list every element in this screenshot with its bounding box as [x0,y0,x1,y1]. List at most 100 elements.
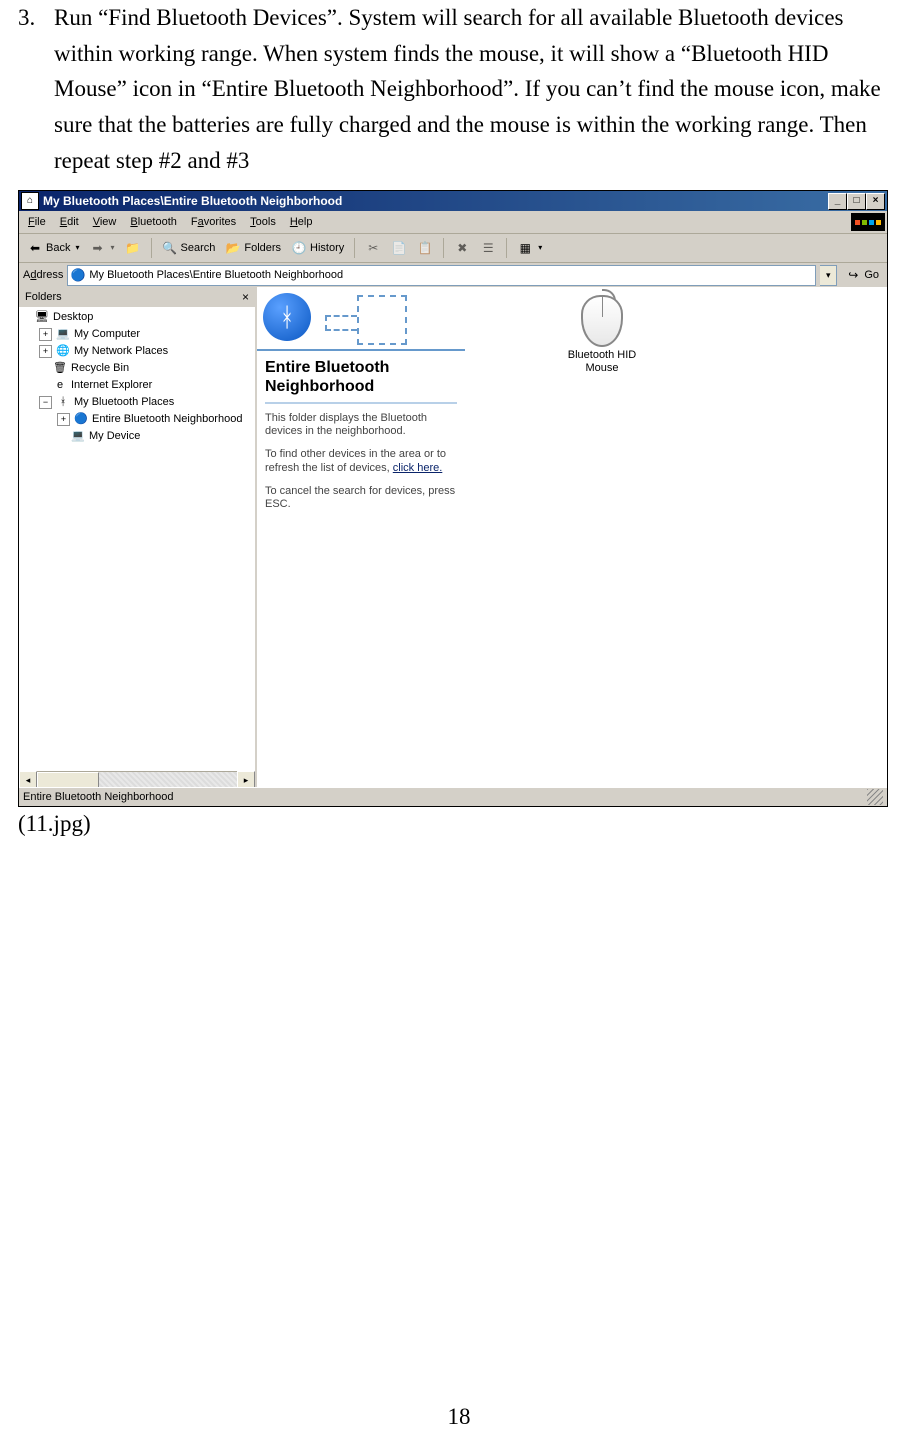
chevron-down-icon: ▾ [75,243,79,253]
menu-bluetooth[interactable]: Bluetooth [123,214,184,231]
paste-button[interactable]: 📋 [413,238,437,258]
address-dropdown[interactable]: ▾ [820,265,837,286]
tree-label: Entire Bluetooth Neighborhood [92,413,242,426]
content-area[interactable]: ᚼ Entire Bluetooth Neighborhood This fol… [257,287,887,788]
tree-item[interactable]: eInternet Explorer [21,377,255,394]
window-icon: ⌂ [21,192,39,210]
page-number: 18 [0,1404,918,1430]
tree-item[interactable]: 🗑Recycle Bin [21,360,255,377]
tree-item[interactable]: +🌐My Network Places [21,343,255,360]
click-here-link[interactable]: click here. [393,462,443,474]
image-caption: (11.jpg) [18,811,900,837]
cut-button[interactable]: ✂ [361,238,385,258]
toolbar: ⬅Back▾ ➡▾ 📁 🔍Search 📂Folders 🕘History ✂ … [19,234,887,263]
menu-favorites[interactable]: Favorites [184,214,243,231]
menu-view[interactable]: View [86,214,124,231]
go-button[interactable]: ↪Go [841,265,883,285]
search-icon: 🔍 [162,240,178,256]
folders-header: Folders × [19,287,255,307]
status-bar: Entire Bluetooth Neighborhood [19,787,887,806]
menu-tools[interactable]: Tools [243,214,283,231]
folder-tree[interactable]: 🖥Desktop+💻My Computer+🌐My Network Places… [19,307,255,771]
info-text-1: This folder displays the Bluetooth devic… [257,412,465,448]
tree-label: Internet Explorer [71,379,152,392]
delete-icon: ✖ [454,240,470,256]
device-item[interactable]: Bluetooth HID Mouse [557,295,647,375]
folders-icon: 📂 [225,240,241,256]
search-button[interactable]: 🔍Search [158,238,220,258]
folders-button[interactable]: 📂Folders [221,238,285,258]
maximize-button[interactable]: □ [847,193,866,210]
windows-flag-icon [851,213,885,231]
tree-icon: 🗑 [52,361,68,377]
paste-icon: 📋 [417,240,433,256]
resize-grip-icon[interactable] [867,789,883,805]
minimize-button[interactable]: _ [828,193,847,210]
tree-label: My Bluetooth Places [74,396,174,409]
menu-file[interactable]: File [21,214,53,231]
menu-help[interactable]: Help [283,214,320,231]
tree-icon: 🔵 [73,412,89,428]
info-text-2: To find other devices in the area or to … [257,448,465,484]
views-button[interactable]: ▦▾ [513,238,546,258]
folders-panel: Folders × 🖥Desktop+💻My Computer+🌐My Netw… [19,287,257,788]
copy-icon: 📄 [391,240,407,256]
device-label: Bluetooth HID Mouse [557,349,647,375]
history-button[interactable]: 🕘History [287,238,348,258]
bluetooth-icon: ᚼ [263,293,311,341]
tree-item[interactable]: +💻My Computer [21,326,255,343]
instruction-step: 3.Run “Find Bluetooth Devices”. System w… [18,0,900,178]
tree-icon: 💻 [70,429,86,445]
location-icon: 🔵 [70,267,86,283]
forward-button[interactable]: ➡▾ [85,238,118,258]
close-panel-button[interactable]: × [242,290,249,304]
horizontal-scrollbar[interactable]: ◂ ▸ [19,771,255,788]
menubar: File Edit View Bluetooth Favorites Tools… [19,211,887,234]
address-field[interactable]: 🔵 My Bluetooth Places\Entire Bluetooth N… [67,265,816,286]
history-icon: 🕘 [291,240,307,256]
explorer-body: Folders × 🖥Desktop+💻My Computer+🌐My Netw… [19,287,887,788]
tree-icon: 🖥 [34,310,50,326]
cut-icon: ✂ [365,240,381,256]
scroll-thumb[interactable] [37,772,99,788]
neighborhood-graphic [357,295,407,345]
tree-icon: ᚼ [55,395,71,411]
tree-item[interactable]: 🖥Desktop [21,309,255,326]
copy-button[interactable]: 📄 [387,238,411,258]
back-icon: ⬅ [27,240,43,256]
tree-label: Recycle Bin [71,362,129,375]
forward-icon: ➡ [89,240,105,256]
tree-label: My Device [89,430,140,443]
tree-label: My Computer [74,328,140,341]
properties-button[interactable]: ☰ [476,238,500,258]
up-button[interactable]: 📁 [121,238,145,258]
expand-toggle[interactable]: + [39,345,52,358]
tree-icon: 💻 [55,327,71,343]
expand-toggle[interactable]: + [57,413,70,426]
delete-button[interactable]: ✖ [450,238,474,258]
up-icon: 📁 [125,240,141,256]
info-panel: ᚼ Entire Bluetooth Neighborhood This fol… [257,287,465,521]
titlebar[interactable]: ⌂ My Bluetooth Places\Entire Bluetooth N… [19,191,887,211]
status-text: Entire Bluetooth Neighborhood [23,791,173,804]
info-text-3: To cancel the search for devices, press … [257,485,465,521]
window-title: My Bluetooth Places\Entire Bluetooth Nei… [43,194,342,208]
tree-label: Desktop [53,311,93,324]
menu-edit[interactable]: Edit [53,214,86,231]
back-button[interactable]: ⬅Back▾ [23,238,83,258]
tree-label: My Network Places [74,345,168,358]
tree-item[interactable]: 💻My Device [21,428,255,445]
expand-toggle[interactable]: − [39,396,52,409]
info-title: Entire Bluetooth Neighborhood [257,351,465,400]
properties-icon: ☰ [480,240,496,256]
tree-item[interactable]: +🔵Entire Bluetooth Neighborhood [21,411,255,428]
tree-icon: e [52,378,68,394]
address-bar: Address 🔵 My Bluetooth Places\Entire Blu… [19,263,887,288]
close-button[interactable]: × [866,193,885,210]
views-icon: ▦ [517,240,533,256]
step-number: 3. [18,0,54,36]
go-icon: ↪ [845,267,861,283]
tree-item[interactable]: −ᚼMy Bluetooth Places [21,394,255,411]
step-text: Run “Find Bluetooth Devices”. System wil… [54,0,886,178]
expand-toggle[interactable]: + [39,328,52,341]
